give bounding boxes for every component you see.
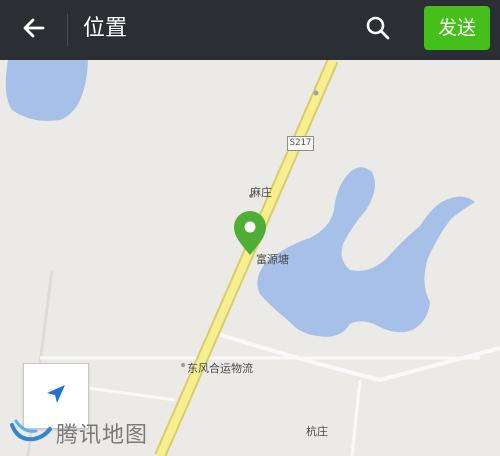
poi-dot [181,363,185,367]
top-bar: 位置 发送 [0,0,500,60]
watermark-text: 腾讯地图 [56,423,149,448]
poi-dot [313,90,319,96]
place-label-north: 麻庄 [250,186,272,199]
place-label-marker: 富源塘 [256,253,289,266]
search-button[interactable] [359,12,397,48]
road-badge: S217 [287,136,314,151]
back-button[interactable] [14,12,54,48]
navigation-arrow-icon [44,382,68,410]
map-watermark: 腾讯地图 [10,418,148,448]
send-button[interactable]: 发送 [424,6,490,50]
tencent-map-logo-icon [10,417,52,449]
arrow-left-icon [21,15,47,45]
location-picker-screen: 位置 发送 S217 麻庄 富源塘 东风合运物流 杭庄 腾讯地图 [0,0,500,456]
place-label-south: 杭庄 [306,425,328,438]
header-divider [67,14,68,46]
page-title: 位置 [83,16,128,41]
search-icon [365,15,391,45]
place-label-logistics: 东风合运物流 [187,362,253,375]
